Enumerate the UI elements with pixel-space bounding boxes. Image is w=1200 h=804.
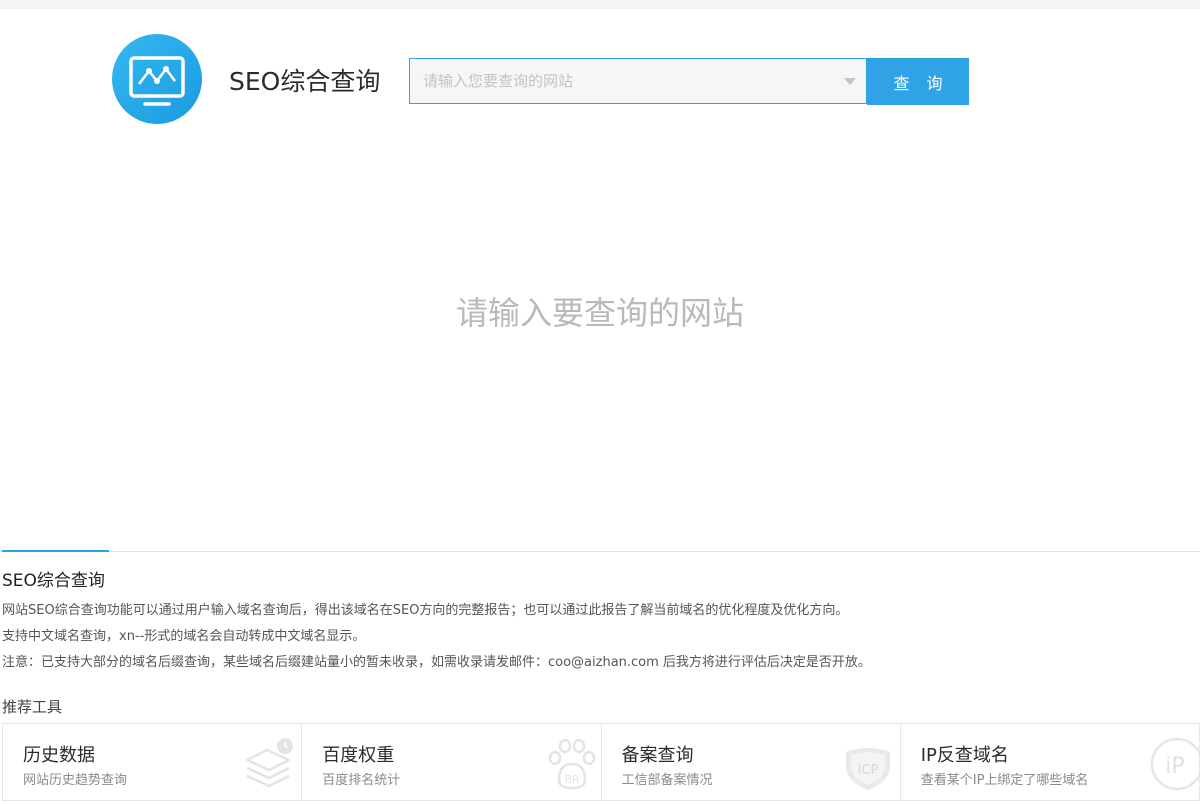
- tool-title: 百度权重: [322, 745, 395, 766]
- tool-history-data[interactable]: 历史数据 网站历史趋势查询: [3, 724, 303, 800]
- icp-shield-icon: ICP: [845, 748, 890, 790]
- seo-logo-icon[interactable]: [112, 34, 202, 124]
- page-title: SEO综合查询: [229, 67, 381, 96]
- tool-subtitle: 工信部备案情况: [621, 773, 713, 788]
- section-divider: [0, 551, 1200, 552]
- svg-text:iP: iP: [1165, 754, 1184, 779]
- empty-state-hint: 请输入要查询的网站: [455, 294, 744, 332]
- top-strip: [0, 0, 1200, 9]
- tool-icp-lookup[interactable]: 备案查询 工信部备案情况 ICP: [602, 724, 901, 800]
- svg-text:ICP: ICP: [857, 763, 878, 778]
- paw-br-icon: BR: [548, 738, 595, 790]
- tool-subtitle: 百度排名统计: [322, 773, 401, 788]
- search-input[interactable]: [410, 59, 830, 103]
- ip-circle-icon: iP: [1150, 737, 1199, 791]
- stack-clock-icon: [246, 738, 294, 788]
- recommended-tools: 历史数据 网站历史趋势查询 百度权重 百度排名统计 BR 备案查询 工信部备案情…: [2, 723, 1200, 801]
- section-tab-indicator: [2, 550, 109, 552]
- recommend-title: 推荐工具: [2, 698, 63, 716]
- description-line: 注意：已支持大部分的域名后缀查询，某些域名后缀建站量小的暂未收录，如需收录请发邮…: [2, 655, 871, 670]
- chevron-down-icon[interactable]: [844, 78, 856, 85]
- tool-ip-reverse[interactable]: IP反查域名 查看某个IP上绑定了哪些域名 iP: [901, 724, 1199, 800]
- tool-subtitle: 查看某个IP上绑定了哪些域名: [920, 773, 1089, 788]
- query-button[interactable]: 查 询: [867, 58, 969, 105]
- tool-baidu-weight[interactable]: 百度权重 百度排名统计 BR: [302, 724, 602, 800]
- description-line: 网站SEO综合查询功能可以通过用户输入域名查询后，得出该域名在SEO方向的完整报…: [2, 603, 849, 618]
- svg-text:BR: BR: [564, 773, 580, 786]
- description-line: 支持中文域名查询，xn--形式的域名会自动转成中文域名显示。: [2, 629, 366, 644]
- tool-title: 备案查询: [621, 745, 694, 766]
- tool-title: 历史数据: [23, 745, 95, 766]
- tool-title: IP反查域名: [920, 745, 1009, 766]
- search-box[interactable]: [409, 58, 867, 104]
- section-title: SEO综合查询: [2, 571, 105, 591]
- tool-subtitle: 网站历史趋势查询: [23, 773, 128, 788]
